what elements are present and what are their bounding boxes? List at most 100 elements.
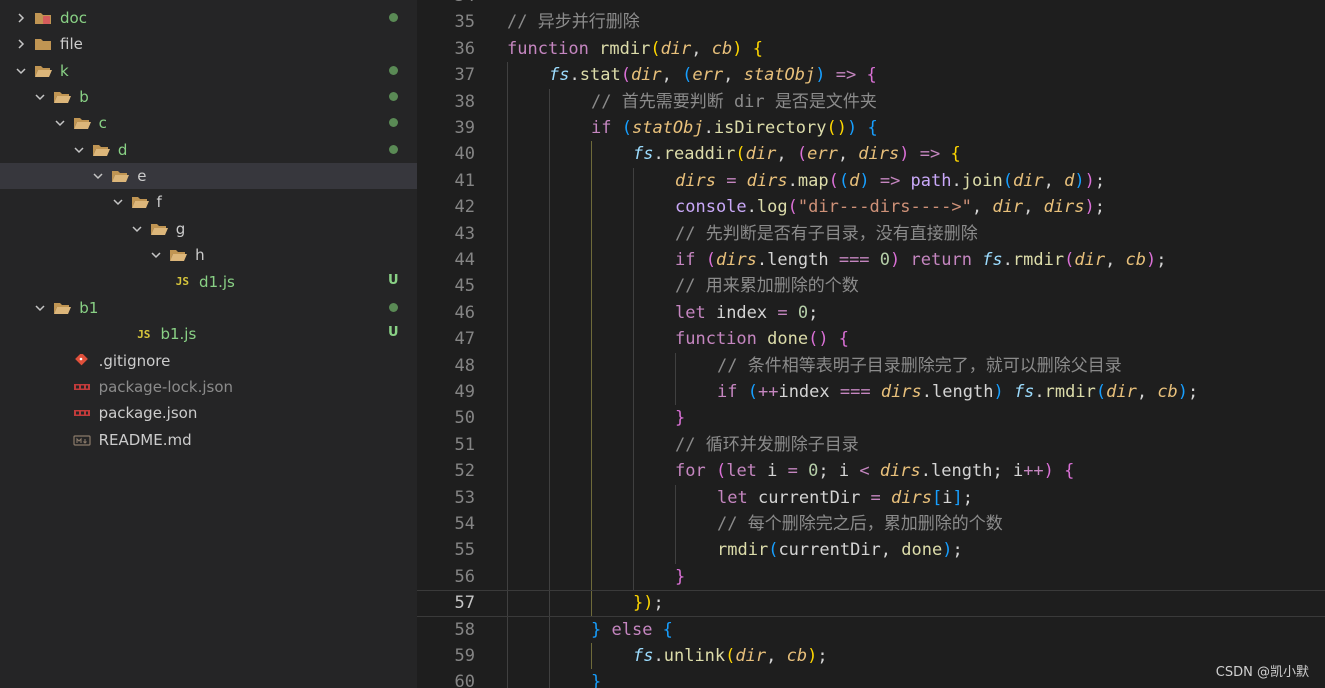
code-line[interactable]: 54 // 每个删除完之后，累加删除的个数 bbox=[417, 511, 1325, 537]
code-line[interactable]: 42 console.log("dir---dirs---->", dir, di… bbox=[417, 194, 1325, 220]
code-line[interactable]: 39 if (statObj.isDirectory()) { bbox=[417, 115, 1325, 141]
line-number: 39 bbox=[454, 118, 475, 138]
chevron-down-icon[interactable] bbox=[111, 195, 125, 209]
line-number: 60 bbox=[454, 672, 475, 688]
explorer-item-label: e bbox=[137, 167, 147, 186]
explorer-folder-item[interactable]: e bbox=[0, 163, 417, 190]
code-line[interactable]: 40 fs.readdir(dir, (err, dirs) => { bbox=[417, 141, 1325, 167]
code-line[interactable]: 41 dirs = dirs.map((d) => path.join(dir, … bbox=[417, 168, 1325, 194]
chevron-right-icon[interactable] bbox=[14, 11, 28, 25]
folder-open-icon bbox=[53, 90, 72, 104]
explorer-folder-item[interactable]: g bbox=[0, 216, 417, 242]
code-token: ; bbox=[808, 302, 819, 323]
code-token: ) bbox=[890, 250, 911, 270]
explorer-folder-item[interactable]: d bbox=[0, 137, 417, 163]
line-number: 50 bbox=[454, 408, 475, 429]
code-line[interactable]: 47 function done() { bbox=[417, 326, 1325, 352]
code-token: let bbox=[675, 302, 716, 323]
code-line[interactable]: 37 fs.stat(dir, (err, statObj) => { bbox=[417, 62, 1325, 88]
code-token: index bbox=[715, 302, 778, 323]
code-line[interactable]: 60} bbox=[417, 669, 1325, 688]
code-token: ( bbox=[650, 38, 661, 59]
explorer-folder-item[interactable]: h bbox=[0, 242, 417, 268]
code-text: }); bbox=[633, 590, 664, 616]
chevron-down-icon[interactable] bbox=[33, 90, 47, 104]
explorer-file-item[interactable]: package-lock.json bbox=[0, 374, 417, 400]
code-line[interactable]: 46 let index = 0; bbox=[417, 300, 1325, 326]
code-line[interactable]: 36 function rmdir(dir, cb) { bbox=[417, 36, 1325, 62]
code-line[interactable]: 34 bbox=[417, 0, 1325, 9]
code-text: // 首先需要判断 dir 是否是文件夹 bbox=[591, 89, 877, 115]
chevron-right-icon[interactable] bbox=[14, 37, 28, 51]
code-line[interactable]: 45 // 用来累加删除的个数 bbox=[417, 273, 1325, 299]
code-line[interactable]: 35 // 异步并行删除 bbox=[417, 9, 1325, 35]
code-editor[interactable]: 3435// 异步并行删除36function rmdir(dir, cb) {… bbox=[417, 0, 1325, 688]
code-line[interactable]: 48 // 条件相等表明子目录删除完了，就可以删除父目录 bbox=[417, 353, 1325, 379]
code-line[interactable]: 38 // 首先需要判断 dir 是否是文件夹 bbox=[417, 89, 1325, 115]
line-number: 55 bbox=[454, 540, 475, 561]
code-token: . bbox=[1002, 250, 1013, 270]
code-token: dir bbox=[660, 38, 692, 59]
code-token: dirs bbox=[880, 382, 922, 402]
explorer-file-item[interactable]: package.json bbox=[0, 400, 417, 426]
code-token: ; bbox=[992, 461, 1013, 482]
code-line[interactable]: 58} else { bbox=[417, 617, 1325, 643]
explorer-file-item[interactable]: README.md bbox=[0, 427, 417, 453]
explorer-folder-item[interactable]: file bbox=[0, 31, 417, 57]
code-text: let currentDir = dirs[i]; bbox=[717, 485, 973, 511]
chevron-down-icon[interactable] bbox=[14, 64, 28, 78]
chevron-down-icon[interactable] bbox=[91, 169, 105, 183]
code-token: cb bbox=[1157, 382, 1178, 402]
code-token: fs bbox=[982, 250, 1003, 270]
explorer-folder-item[interactable]: k bbox=[0, 58, 417, 84]
code-text: } else { bbox=[591, 617, 673, 643]
code-token: ; bbox=[952, 540, 963, 561]
npm-icon bbox=[73, 406, 91, 420]
explorer-file-item[interactable]: JS b1.js U bbox=[0, 321, 417, 347]
code-line[interactable]: 50} bbox=[417, 405, 1325, 431]
code-text: if (statObj.isDirectory()) { bbox=[591, 115, 878, 141]
line-number: 45 bbox=[454, 276, 475, 297]
explorer-file-item[interactable]: .gitignore bbox=[0, 348, 417, 374]
code-line[interactable]: 56} bbox=[417, 564, 1325, 590]
code-line[interactable]: 53 let currentDir = dirs[i]; bbox=[417, 485, 1325, 511]
chevron-down-icon[interactable] bbox=[149, 248, 163, 262]
chevron-down-icon[interactable] bbox=[130, 222, 144, 236]
code-line[interactable]: 49 if (++index === dirs.length) fs.rmdir(… bbox=[417, 379, 1325, 405]
code-token: log bbox=[756, 197, 788, 218]
explorer-file-item[interactable]: JS d1.js U bbox=[0, 269, 417, 295]
code-token: let bbox=[726, 461, 768, 482]
code-token: err bbox=[692, 65, 724, 86]
explorer-folder-item[interactable]: doc bbox=[0, 5, 417, 31]
explorer-item-label: .gitignore bbox=[98, 351, 171, 370]
code-line[interactable]: 52 for (let i = 0; i < dirs.length; i++) … bbox=[417, 458, 1325, 484]
code-token: ; bbox=[1188, 382, 1199, 402]
line-number: 46 bbox=[454, 302, 475, 323]
line-number: 48 bbox=[454, 355, 475, 376]
explorer-folder-item[interactable]: b1 bbox=[0, 295, 417, 321]
code-token: fs bbox=[1013, 382, 1035, 402]
chevron-down-icon[interactable] bbox=[33, 301, 47, 315]
code-line[interactable]: 43 // 先判断是否有子目录，没有直接删除 bbox=[417, 221, 1325, 247]
code-token: d bbox=[849, 170, 860, 191]
code-token: ( bbox=[796, 144, 808, 165]
chevron-down-icon[interactable] bbox=[53, 116, 67, 130]
code-token: ( bbox=[1064, 250, 1075, 270]
code-token: i bbox=[942, 487, 953, 508]
code-token: === bbox=[839, 382, 881, 402]
code-token: err bbox=[807, 144, 838, 165]
explorer-folder-item[interactable]: f bbox=[0, 189, 417, 215]
code-token: stat bbox=[579, 65, 621, 86]
code-token: dirs bbox=[879, 461, 921, 482]
code-token: = bbox=[787, 461, 809, 482]
code-line[interactable]: 55 rmdir(currentDir, done); bbox=[417, 537, 1325, 563]
code-line[interactable]: 44 if (dirs.length === 0) return fs.rmdir… bbox=[417, 247, 1325, 273]
explorer-folder-item[interactable]: b bbox=[0, 84, 417, 110]
chevron-down-icon[interactable] bbox=[72, 143, 86, 157]
code-line[interactable]: 57}); bbox=[417, 590, 1325, 616]
code-line[interactable]: 59 fs.unlink(dir, cb); bbox=[417, 643, 1325, 669]
code-line[interactable]: 51 // 循环并发删除子目录 bbox=[417, 432, 1325, 458]
code-token: . bbox=[920, 461, 932, 482]
code-token: ) bbox=[643, 593, 654, 614]
explorer-folder-item[interactable]: c bbox=[0, 110, 417, 136]
